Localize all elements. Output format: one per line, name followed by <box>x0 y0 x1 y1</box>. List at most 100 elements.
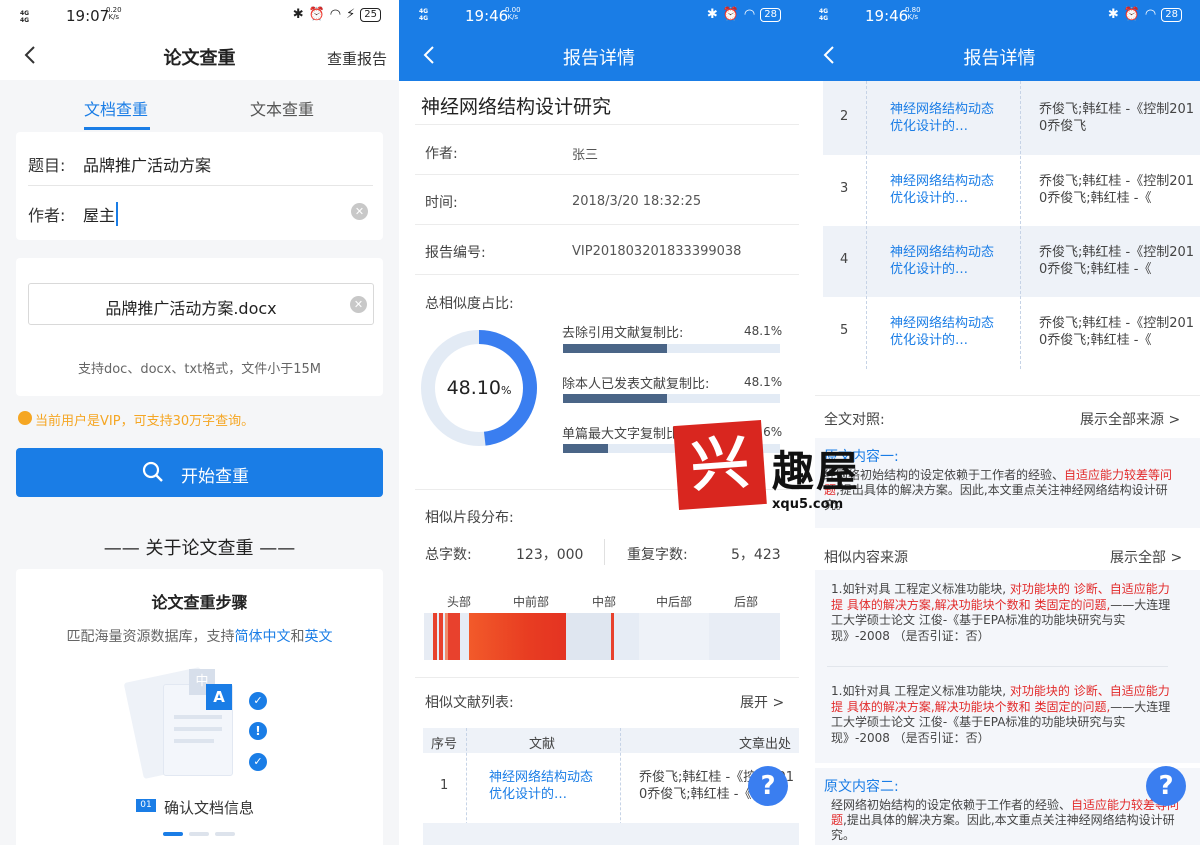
strip-segment <box>448 613 460 660</box>
check-icon: ✓ <box>249 753 267 771</box>
row-title[interactable]: 神经网络结构动态优化设计的… <box>890 315 995 349</box>
strip-segment <box>566 613 611 660</box>
lit-list-label: 相似文献列表: <box>425 695 514 711</box>
strip-segment <box>469 613 566 660</box>
clear-icon[interactable]: ✕ <box>351 203 368 220</box>
pager-dot[interactable] <box>189 832 209 836</box>
row-no: 1 <box>440 778 449 793</box>
time-value: 2018/3/20 18:32:25 <box>572 194 702 209</box>
row-source: 乔俊飞;韩红桂 -《控制2010乔俊飞;韩红桂 -《 <box>1039 316 1195 348</box>
watermark-char: 兴 <box>688 428 752 500</box>
report-link[interactable]: 查重报告 <box>327 48 387 69</box>
author-field[interactable]: 屋主 <box>83 202 119 226</box>
divider <box>28 185 373 186</box>
show-all-sources[interactable]: 展示全部来源 > <box>1080 409 1180 429</box>
strip-segment <box>433 613 437 660</box>
bar-label-2: 除本人已发表文献复制比: <box>562 377 710 392</box>
row-source: 乔俊飞;韩红桂 -《控制2010乔俊飞;韩红桂 -《 <box>1039 174 1195 206</box>
charging-icon: ⚡ <box>346 7 356 22</box>
bar-track-2 <box>563 394 780 403</box>
row-title[interactable]: 神经网络结构动态优化设计的… <box>489 769 594 803</box>
bar-fill-3 <box>563 444 608 453</box>
strip-segment <box>611 613 614 660</box>
paper-line <box>174 715 222 719</box>
status-icons: ✱ ⏰ ◠ 28 <box>707 7 781 22</box>
source-item: 1.如针对具 工程定义标准功能块, 对功能块的 诊断、自适应能力提 具体的解决方… <box>831 684 1171 745</box>
watermark-domain: xqu5.com <box>772 497 844 512</box>
status-time: 19:07 <box>66 7 110 25</box>
status-time: 19:46 <box>865 7 909 25</box>
segment-front-mid: 中前部 <box>513 595 550 609</box>
paper-title: 神经网络结构设计研究 <box>421 96 612 118</box>
lit-table-continued: 2 神经网络结构动态优化设计的… 乔俊飞;韩红桂 -《控制2010乔俊飞 3 神… <box>823 81 1200 381</box>
compare-label: 全文对照: <box>824 412 885 428</box>
title-label: 题目: <box>28 156 66 175</box>
tab-text-check[interactable]: 文本查重 <box>250 96 314 120</box>
tab-document-check[interactable]: 文档查重 <box>84 96 148 120</box>
show-all[interactable]: 展示全部 > <box>1110 547 1182 567</box>
strip-segment <box>424 613 433 660</box>
lit-list-expand[interactable]: 展开 > <box>740 692 784 712</box>
bar-fill-1 <box>563 344 668 353</box>
repeat-chars-label: 重复字数: <box>627 547 688 563</box>
paper-line <box>174 727 222 731</box>
about-heading: —— 关于论文查重 —— <box>103 538 296 559</box>
original-text-1: 经网络初始结构的设定依赖于工作者的经验、自适应能力较差等问题,提出具体的解决方案… <box>824 468 1173 512</box>
status-bar: 4G 4G 19:07 0.20 K/s ✱ ⏰ ◠ ⚡ 25 <box>0 0 399 32</box>
table-row[interactable]: 3 神经网络结构动态优化设计的… 乔俊飞;韩红桂 -《控制2010乔俊飞;韩红桂… <box>823 155 1200 226</box>
wifi-icon: ◠ <box>743 7 756 22</box>
file-box[interactable]: 品牌推广活动方案.docx ✕ <box>28 283 374 325</box>
col-header-literature: 文献 <box>529 737 556 752</box>
bar-fill-2 <box>563 394 668 403</box>
bar-label-1: 去除引用文献复制比: <box>562 326 684 341</box>
row-title[interactable]: 神经网络结构动态优化设计的… <box>890 173 995 207</box>
repeat-chars-value: 5，423 <box>731 547 781 563</box>
table-row[interactable]: 5 神经网络结构动态优化设计的… 乔俊飞;韩红桂 -《控制2010乔俊飞;韩红桂… <box>823 297 1200 369</box>
remove-file-icon[interactable]: ✕ <box>350 296 367 313</box>
author-label: 作者: <box>28 206 66 225</box>
help-button[interactable]: ? <box>1146 766 1186 806</box>
col-divider <box>1020 81 1021 369</box>
pager-dot[interactable] <box>215 832 235 836</box>
bluetooth-icon: ✱ <box>292 7 304 22</box>
segment-head: 头部 <box>447 595 472 609</box>
divider <box>827 666 1168 667</box>
upload-hint: 支持doc、docx、txt格式，文件小于15M <box>77 362 322 377</box>
network-indicator: 4G 4G <box>419 8 429 22</box>
author-value: 张三 <box>572 148 599 163</box>
row-no: 4 <box>840 252 849 267</box>
network-indicator: 4G 4G <box>819 8 829 22</box>
alarm-icon: ⏰ <box>1123 7 1140 22</box>
alarm-icon: ⏰ <box>308 7 325 22</box>
status-bar: 4G 4G 19:46 0.80 K/s ✱ ⏰ ◠ 28 <box>799 0 1200 32</box>
total-chars-value: 123，000 <box>516 547 584 563</box>
table-row-next <box>423 823 799 845</box>
bluetooth-icon: ✱ <box>706 7 718 22</box>
net-rate: 0.00 K/s <box>505 6 521 21</box>
strip-segment <box>709 613 780 660</box>
time-label: 时间: <box>425 195 458 211</box>
strip-segment <box>639 613 709 660</box>
start-check-button[interactable]: 开始查重 <box>16 448 383 497</box>
help-button[interactable]: ? <box>748 766 788 806</box>
total-similarity: 48.10% <box>446 377 512 399</box>
pager-dot-active[interactable] <box>163 832 183 836</box>
upload-card: 品牌推广活动方案.docx ✕ 支持doc、docx、txt格式，文件小于15M <box>16 258 383 396</box>
distribution-label: 相似片段分布: <box>425 510 514 526</box>
title-field[interactable]: 品牌推广活动方案 <box>83 152 211 176</box>
table-row[interactable]: 4 神经网络结构动态优化设计的… 乔俊飞;韩红桂 -《控制2010乔俊飞;韩红桂… <box>823 226 1200 297</box>
status-bar: 4G 4G 19:46 0.00 K/s ✱ ⏰ ◠ 28 <box>399 0 799 32</box>
bluetooth-icon: ✱ <box>1107 7 1119 22</box>
similar-sources-label: 相似内容来源 <box>824 550 908 566</box>
bar-track-1 <box>563 344 780 353</box>
table-row[interactable]: 1 神经网络结构动态优化设计的… 乔俊飞;韩红桂 -《控制2010乔俊飞;韩红桂… <box>423 753 799 823</box>
row-title[interactable]: 神经网络结构动态优化设计的… <box>890 101 995 135</box>
row-title[interactable]: 神经网络结构动态优化设计的… <box>890 244 995 278</box>
divider <box>415 124 799 125</box>
net-rate: 0.20 K/s <box>106 6 122 21</box>
status-time: 19:46 <box>465 7 509 25</box>
table-row[interactable]: 2 神经网络结构动态优化设计的… 乔俊飞;韩红桂 -《控制2010乔俊飞 <box>823 81 1200 155</box>
network-indicator: 4G 4G <box>20 10 30 24</box>
paper-line <box>174 739 214 743</box>
original-block-2: 原文内容二: 经网络初始结构的设定依赖于工作者的经验、自适应能力较差等问题,提出… <box>815 768 1200 845</box>
